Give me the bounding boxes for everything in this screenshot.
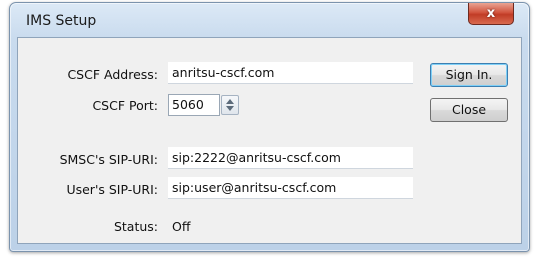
cscf-address-label: CSCF Address: <box>67 67 158 82</box>
cscf-port-field[interactable]: 5060 <box>168 94 220 116</box>
smsc-sip-uri-label: SMSC's SIP-URI: <box>59 152 158 167</box>
status-value: Off <box>172 219 191 234</box>
ims-setup-dialog: IMS Setup x CSCF Address: anritsu-cscf.c… <box>9 2 530 252</box>
cscf-address-field[interactable]: anritsu-cscf.com <box>168 62 413 84</box>
user-sip-uri-label: User's SIP-URI: <box>66 182 158 197</box>
dialog-title: IMS Setup <box>26 13 97 29</box>
status-label: Status: <box>113 219 158 234</box>
close-button[interactable]: Close <box>430 98 508 122</box>
dialog-client-area: CSCF Address: anritsu-cscf.com CSCF Port… <box>17 37 522 244</box>
smsc-sip-uri-field[interactable]: sip:2222@anritsu-cscf.com <box>168 147 413 169</box>
cscf-port-spinner[interactable] <box>221 95 239 115</box>
spinner-arrows-icon <box>226 99 234 111</box>
window-close-button[interactable]: x <box>468 3 514 25</box>
cscf-port-label: CSCF Port: <box>92 98 158 113</box>
sign-in-button[interactable]: Sign In. <box>430 63 508 87</box>
user-sip-uri-field[interactable]: sip:user@anritsu-cscf.com <box>168 177 413 199</box>
